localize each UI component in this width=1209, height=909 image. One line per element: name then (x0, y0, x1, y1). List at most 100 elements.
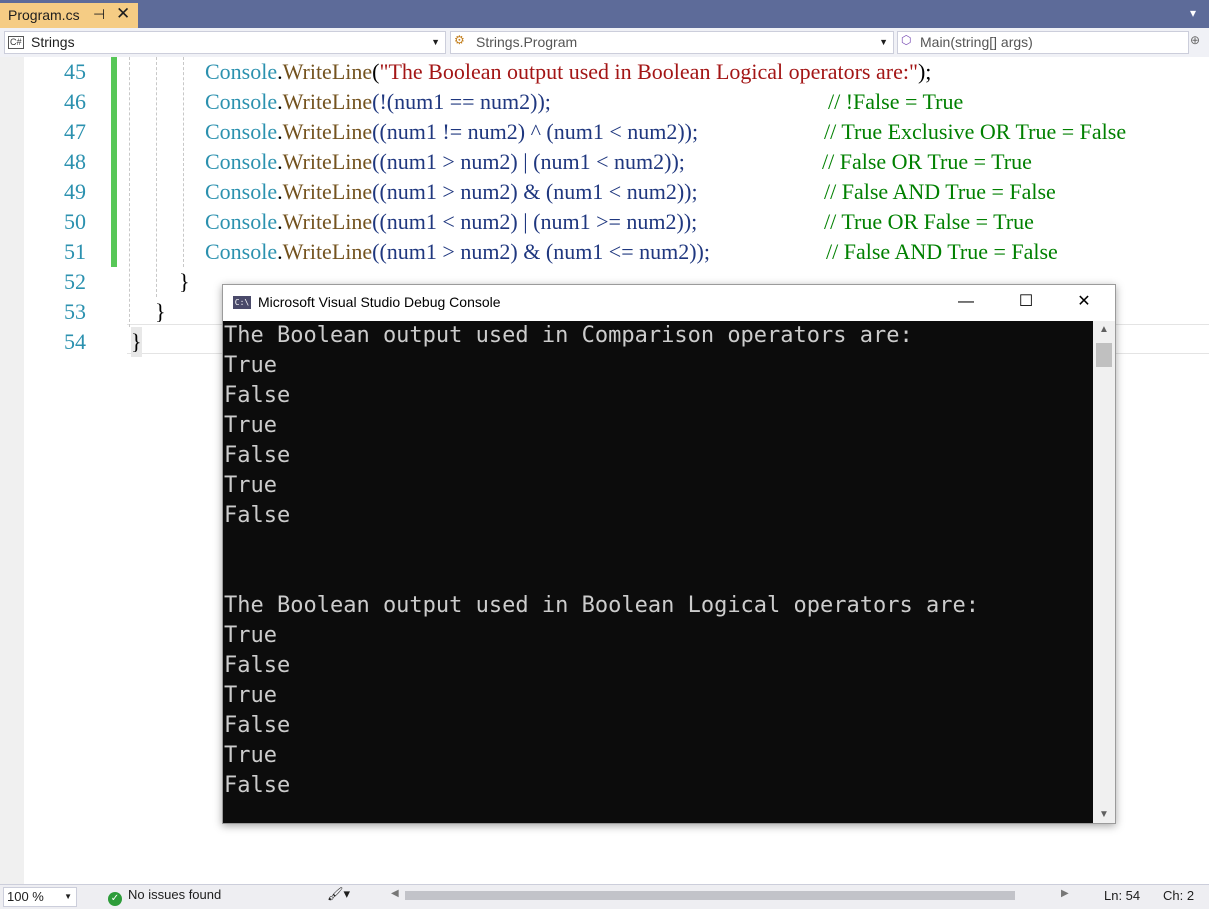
tab-program-cs[interactable]: Program.cs ⊣ ✕ (0, 3, 138, 28)
code-line-51: Console.WriteLine((num1 > num2) & (num1 … (205, 239, 710, 264)
code-token: ((num1 < num2) | (num1 >= num2)); (372, 209, 698, 234)
console-line: True (224, 743, 277, 768)
horizontal-scrollbar-thumb[interactable] (405, 891, 1015, 900)
line-number: 50 (64, 209, 86, 234)
console-line: False (224, 383, 291, 408)
console-line: False (224, 503, 291, 528)
line-number: 49 (64, 179, 86, 204)
code-comment: // False AND True = False (826, 239, 1058, 264)
code-token: ((num1 > num2) & (num1 < num2)); (372, 179, 698, 204)
line-number: 45 (64, 59, 86, 84)
tab-overflow-chevron-icon[interactable]: ▾ (1190, 6, 1196, 20)
console-line: True (224, 353, 277, 378)
project-label: Strings (31, 34, 75, 50)
code-comment: // False AND True = False (824, 179, 1056, 204)
scroll-right-icon[interactable]: ▶ (1061, 888, 1069, 899)
indent-guide (156, 57, 157, 297)
indent-guide (129, 57, 130, 327)
code-token: Console (205, 179, 278, 204)
code-token: ((num1 != num2) ^ (num1 < num2)); (372, 119, 699, 144)
code-comment: // False OR True = True (822, 149, 1032, 174)
code-comment: // True OR False = True (824, 209, 1034, 234)
code-token: WriteLine (282, 209, 373, 234)
close-button[interactable]: ✕ (1061, 285, 1107, 321)
issues-indicator[interactable]: ✓ No issues found (108, 887, 221, 906)
changed-lines-indicator (111, 57, 117, 267)
tab-title: Program.cs (8, 7, 80, 23)
console-line: False (224, 713, 291, 738)
maximize-button[interactable]: ☐ (1003, 285, 1049, 321)
code-token: Console (205, 119, 278, 144)
line-position: Ln: 54 (1104, 888, 1141, 903)
code-cleanup-icon[interactable]: 🖌▾ (327, 886, 350, 902)
chevron-down-icon: ▼ (431, 37, 440, 47)
code-token: Console (205, 209, 278, 234)
console-line: True (224, 683, 277, 708)
code-token: (!(num1 == num2)); (372, 89, 551, 114)
code-line-47: Console.WriteLine((num1 != num2) ^ (num1… (205, 119, 699, 144)
closing-brace: } (179, 269, 190, 294)
scroll-left-icon[interactable]: ◀ (391, 888, 399, 899)
console-title-bar[interactable]: C:\ Microsoft Visual Studio Debug Consol… (223, 285, 1115, 321)
code-token: WriteLine (282, 239, 373, 264)
chevron-down-icon: ▼ (879, 37, 888, 47)
code-line-49: Console.WriteLine((num1 > num2) & (num1 … (205, 179, 698, 204)
line-number: 46 (64, 89, 86, 114)
code-token: WriteLine (282, 59, 373, 84)
char-position: Ch: 2 (1163, 888, 1195, 903)
console-line: False (224, 443, 291, 468)
scroll-down-icon[interactable]: ▼ (1099, 809, 1109, 820)
code-comment: // True Exclusive OR True = False (824, 119, 1127, 144)
console-line: False (224, 653, 291, 678)
split-view-icon[interactable]: ⊕ (1190, 33, 1200, 47)
code-token: WriteLine (282, 89, 373, 114)
line-number: 47 (64, 119, 86, 144)
minimize-button[interactable]: — (943, 285, 989, 321)
console-line: The Boolean output used in Boolean Logic… (224, 593, 979, 618)
line-number: 51 (64, 239, 86, 264)
chevron-down-icon: ▼ (64, 892, 72, 901)
console-output[interactable]: The Boolean output used in Comparison op… (223, 321, 1093, 823)
code-token: ((num1 > num2) | (num1 < num2)); (372, 149, 685, 174)
line-number: 53 (64, 299, 86, 324)
code-comment: // !False = True (828, 89, 964, 114)
document-tab-bar: Program.cs ⊣ ✕ ▾ (0, 0, 1209, 28)
scrollbar-thumb[interactable] (1096, 343, 1112, 367)
csharp-project-icon: C# (8, 36, 24, 49)
line-number: 52 (64, 269, 86, 294)
console-app-icon: C:\ (233, 296, 251, 309)
code-token: Console (205, 149, 278, 174)
type-label: Strings.Program (476, 34, 578, 50)
console-title: Microsoft Visual Studio Debug Console (258, 294, 501, 310)
code-token: WriteLine (282, 119, 373, 144)
debug-console-window[interactable]: C:\ Microsoft Visual Studio Debug Consol… (222, 284, 1116, 824)
pin-icon[interactable]: ⊣ (93, 6, 105, 23)
code-line-48: Console.WriteLine((num1 > num2) | (num1 … (205, 149, 685, 174)
status-bar: 100 % ▼ ✓ No issues found 🖌▾ ◀ ▶ Ln: 54 C… (0, 884, 1209, 909)
zoom-level: 100 % (7, 889, 44, 904)
code-token: Console (205, 239, 278, 264)
code-string: "The Boolean output used in Boolean Logi… (379, 59, 918, 84)
line-number: 48 (64, 149, 86, 174)
code-token: Console (205, 89, 278, 114)
closing-brace: } (155, 299, 166, 324)
navigation-bar: C# Strings ▼ ⚙ Strings.Program ▼ ⬡ Main(… (0, 28, 1209, 58)
project-dropdown[interactable]: C# Strings ▼ (4, 31, 446, 54)
closing-brace: } (131, 327, 142, 357)
code-line-46: Console.WriteLine(!(num1 == num2)); (205, 89, 551, 114)
line-number: 54 (64, 329, 86, 354)
code-token: ); (917, 59, 932, 84)
console-vertical-scrollbar[interactable]: ▲ ▼ (1093, 321, 1115, 823)
code-token: ((num1 > num2) & (num1 <= num2)); (372, 239, 710, 264)
close-tab-icon[interactable]: ✕ (116, 4, 130, 24)
member-label: Main(string[] args) (920, 34, 1033, 50)
class-icon: ⚙ (454, 33, 465, 47)
member-dropdown[interactable]: ⬡ Main(string[] args) (897, 31, 1189, 54)
type-dropdown[interactable]: ⚙ Strings.Program ▼ (450, 31, 894, 54)
editor-gutter (0, 57, 24, 884)
code-line-50: Console.WriteLine((num1 < num2) | (num1 … (205, 209, 698, 234)
scroll-up-icon[interactable]: ▲ (1099, 324, 1109, 335)
code-token: WriteLine (282, 179, 373, 204)
console-line: True (224, 413, 277, 438)
zoom-dropdown[interactable]: 100 % ▼ (3, 887, 77, 907)
